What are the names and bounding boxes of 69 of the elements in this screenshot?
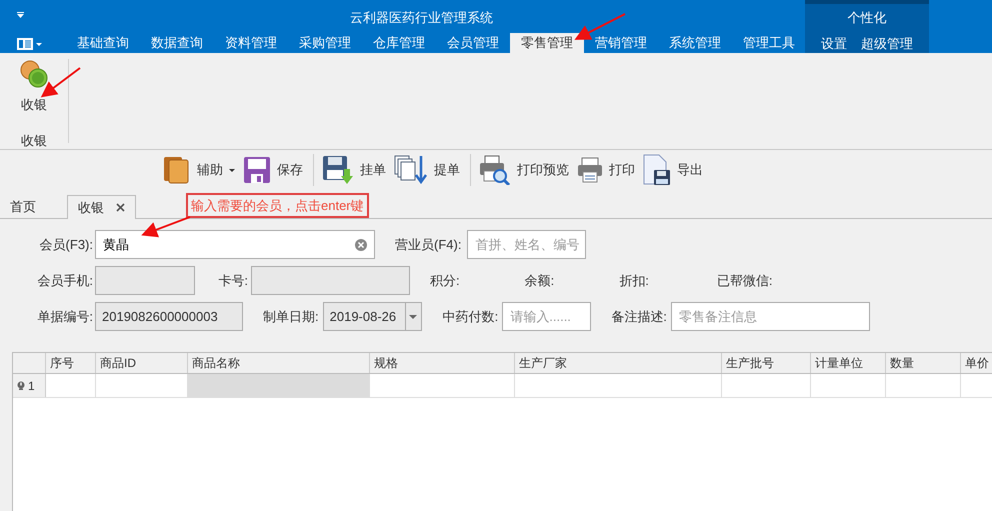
ribbon-tab[interactable]: 系统管理 [658,33,732,53]
toolbar-button[interactable]: 打印预览 [476,155,572,185]
cashier-button[interactable]: 收银 [10,59,58,114]
column-header[interactable]: 商品名称 [188,353,370,373]
group-title: 个性化 [848,9,886,27]
toolbar-button[interactable]: 导出 [640,154,706,186]
floppy-download-icon [322,155,354,185]
field-label: 营业员(F4): [395,236,462,254]
ribbon-tab[interactable]: 零售管理 [510,33,584,53]
field-label: 余额: [524,272,554,290]
window-title: 云利器医药行业管理系统 [350,9,493,27]
document-tab[interactable]: 首页 [0,195,46,218]
coins-icon [19,59,49,89]
field-label: 中药付数: [442,308,498,326]
ribbon-tab[interactable]: 仓库管理 [362,33,436,53]
ribbon-tab[interactable]: 会员管理 [436,33,510,53]
annotation-arrow [40,67,81,98]
field-label: 积分: [430,272,460,290]
document-tab[interactable]: 收银 [67,195,136,219]
column-header[interactable]: 单价 [961,353,992,373]
input-field[interactable]: 黄晶 [95,230,375,259]
field-label: 已帮微信: [716,272,772,290]
annotation-callout: 输入需要的会员，点击enter键 [186,193,369,218]
toolbar-button[interactable]: 保存 [240,156,306,184]
field-label: 单据编号: [36,308,93,326]
field-label: 会员手机: [36,272,93,290]
documents-arrow-icon [394,155,428,185]
readonly-field[interactable] [251,266,410,295]
readonly-field[interactable]: 2019082600000003 [95,302,243,331]
ribbon-tab[interactable]: 超级管理 [855,34,919,54]
column-header[interactable]: 序号 [46,353,96,373]
readonly-field[interactable] [95,266,195,295]
printer-icon [577,157,603,183]
ribbon-tab[interactable]: 资料管理 [214,33,288,53]
books-icon [161,155,191,185]
dropdown-arrow-icon[interactable] [409,314,418,318]
menu-icon[interactable] [17,38,43,50]
toolbar-button[interactable]: 辅助 [158,155,238,185]
row-indicator-icon [17,381,25,390]
date-field[interactable]: 2019-08-26 [322,302,422,331]
column-header[interactable]: 规格 [370,353,515,373]
column-header[interactable]: 生产批号 [722,353,811,373]
field-label: 折扣: [619,272,649,290]
toolbar-button[interactable]: 提单 [391,155,463,185]
annotation-arrow [141,216,190,238]
ribbon-tab[interactable]: 采购管理 [288,33,362,53]
quick-access-icon[interactable] [17,12,24,18]
toolbar-button[interactable]: 挂单 [319,155,389,185]
field-label: 卡号: [217,272,248,290]
ribbon-tab[interactable]: 管理工具 [732,33,806,53]
ribbon-tab[interactable]: 基础查询 [66,33,140,53]
column-header[interactable]: 数量 [886,353,961,373]
ribbon-tab[interactable]: 营销管理 [584,33,658,53]
column-header[interactable]: 计量单位 [811,353,886,373]
ribbon-tab[interactable]: 设置 [815,34,853,54]
ribbon-tab[interactable]: 数据查询 [140,33,214,53]
close-icon[interactable] [116,203,125,212]
row-header: 1 [13,374,46,397]
column-header[interactable]: 生产厂家 [515,353,722,373]
clear-icon[interactable] [355,238,367,250]
toolbar-button[interactable]: 打印 [574,157,638,183]
focused-cell[interactable] [188,374,370,397]
print-preview-icon [479,155,511,185]
document-save-icon [643,154,671,186]
group-label: 收银 [21,132,47,150]
field-label: 制单日期: [263,308,319,326]
column-header[interactable]: 商品ID [96,353,188,373]
field-label: 会员(F3): [38,236,93,254]
field-label: 备注描述: [611,308,667,326]
